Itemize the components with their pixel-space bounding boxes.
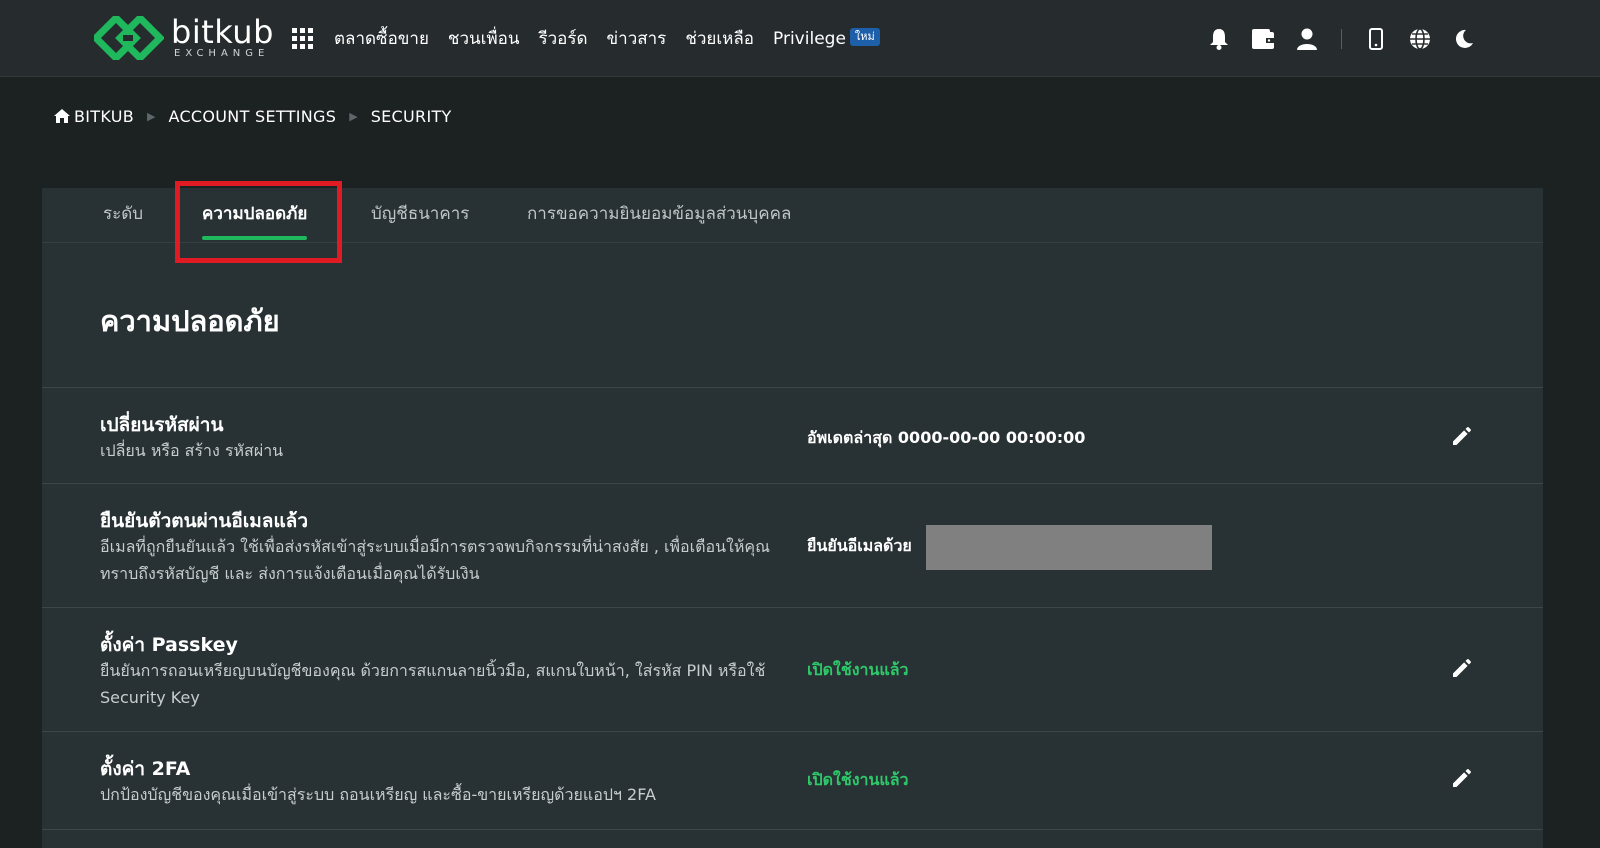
nav-icon-group (1187, 24, 1476, 54)
settings-card: ระดับ ความปลอดภัย บัญชีธนาคาร การขอความย… (42, 188, 1543, 848)
row-description: ยืนยันการถอนเหรียญบนบัญชีของคุณ ด้วยการส… (100, 661, 766, 707)
tab-security-label: ความปลอดภัย (202, 204, 308, 224)
nav-market[interactable]: ตลาดซื้อขาย (334, 24, 429, 54)
apps-grid-icon[interactable] (292, 28, 313, 49)
row-title: ตั้งค่า 2FA (100, 758, 191, 780)
tab-security[interactable]: ความปลอดภัย (202, 188, 308, 243)
top-navbar: bitkub EXCHANGE ตลาดซื้อขาย ชวนเพื่อน รี… (0, 0, 1600, 77)
edit-pencil-icon[interactable] (1448, 764, 1476, 792)
tab-bank-account[interactable]: บัญชีธนาคาร (371, 188, 469, 243)
mobile-icon[interactable] (1364, 27, 1388, 51)
breadcrumb-bitkub[interactable]: BITKUB (74, 107, 134, 126)
tab-level[interactable]: ระดับ (103, 188, 143, 243)
breadcrumb: BITKUB ▶ ACCOUNT SETTINGS ▶ SECURITY (54, 104, 452, 128)
last-updated-text: อัพเดตล่าสุด 0000-00-00 00:00:00 (807, 428, 1086, 447)
breadcrumb-security: SECURITY (370, 106, 452, 126)
nav-privilege-label: Privilege (773, 29, 846, 49)
nav-invite-friends[interactable]: ชวนเพื่อน (448, 24, 520, 54)
settings-row-divider (42, 829, 1543, 848)
row-description: ปกป้องบัญชีของคุณเมื่อเข้าสู่ระบบ ถอนเหร… (100, 785, 656, 804)
row-title: ยืนยันตัวตนผ่านอีเมลแล้ว (100, 510, 308, 532)
bitkub-logo-mark (94, 16, 164, 60)
globe-icon[interactable] (1408, 27, 1432, 51)
edit-pencil-icon[interactable] (1448, 422, 1476, 450)
status-enabled: เปิดใช้งานแล้ว (807, 770, 909, 789)
breadcrumb-account-settings[interactable]: ACCOUNT SETTINGS (169, 107, 337, 126)
wallet-icon[interactable] (1251, 27, 1275, 51)
breadcrumb-separator: ▶ (147, 109, 156, 123)
status-enabled: เปิดใช้งานแล้ว (807, 660, 909, 679)
edit-pencil-icon[interactable] (1448, 654, 1476, 682)
moon-icon[interactable] (1452, 27, 1476, 51)
verified-email-label: ยืนยันอีเมลด้วย (807, 536, 912, 555)
nav-divider (1341, 29, 1342, 49)
main-nav: ตลาดซื้อขาย ชวนเพื่อน รีวอร์ด ข่าวสาร ช่… (334, 24, 899, 54)
settings-row-email-verification: ยืนยันตัวตนผ่านอีเมลแล้ว อีเมลที่ถูกยืนย… (42, 483, 1543, 607)
settings-tabs: ระดับ ความปลอดภัย บัญชีธนาคาร การขอความย… (42, 188, 1543, 243)
settings-row-change-password: เปลี่ยนรหัสผ่าน เปลี่ยน หรือ สร้าง รหัสผ… (42, 387, 1543, 483)
nav-privilege[interactable]: Privilege ใหม่ (773, 24, 880, 54)
row-title: ตั้งค่า Passkey (100, 634, 238, 656)
new-badge: ใหม่ (849, 28, 880, 46)
nav-news[interactable]: ข่าวสาร (607, 24, 667, 54)
user-icon[interactable] (1295, 27, 1319, 51)
brand-subtitle: EXCHANGE (174, 48, 270, 59)
row-title: เปลี่ยนรหัสผ่าน (100, 414, 224, 436)
section-title: ความปลอดภัย (100, 304, 280, 338)
bitkub-logo[interactable]: bitkub EXCHANGE (94, 14, 274, 62)
settings-row-passkey: ตั้งค่า Passkey ยืนยันการถอนเหรียญบนบัญช… (42, 607, 1543, 731)
active-tab-indicator (202, 236, 308, 240)
settings-row-2fa: ตั้งค่า 2FA ปกป้องบัญชีของคุณเมื่อเข้าสู… (42, 731, 1543, 829)
nav-help[interactable]: ช่วยเหลือ (685, 24, 754, 54)
row-description: เปลี่ยน หรือ สร้าง รหัสผ่าน (100, 441, 284, 460)
nav-rewards[interactable]: รีวอร์ด (538, 24, 587, 54)
masked-email-redaction (926, 525, 1212, 570)
brand-wordmark: bitkub (171, 13, 274, 51)
row-description: อีเมลที่ถูกยืนยันแล้ว ใช้เพื่อส่งรหัสเข้… (100, 537, 770, 583)
bell-icon[interactable] (1207, 27, 1231, 51)
breadcrumb-separator: ▶ (349, 109, 358, 123)
tab-personal-data-consent[interactable]: การขอความยินยอมข้อมูลส่วนบุคคล (527, 188, 791, 243)
home-icon[interactable] (54, 109, 70, 123)
